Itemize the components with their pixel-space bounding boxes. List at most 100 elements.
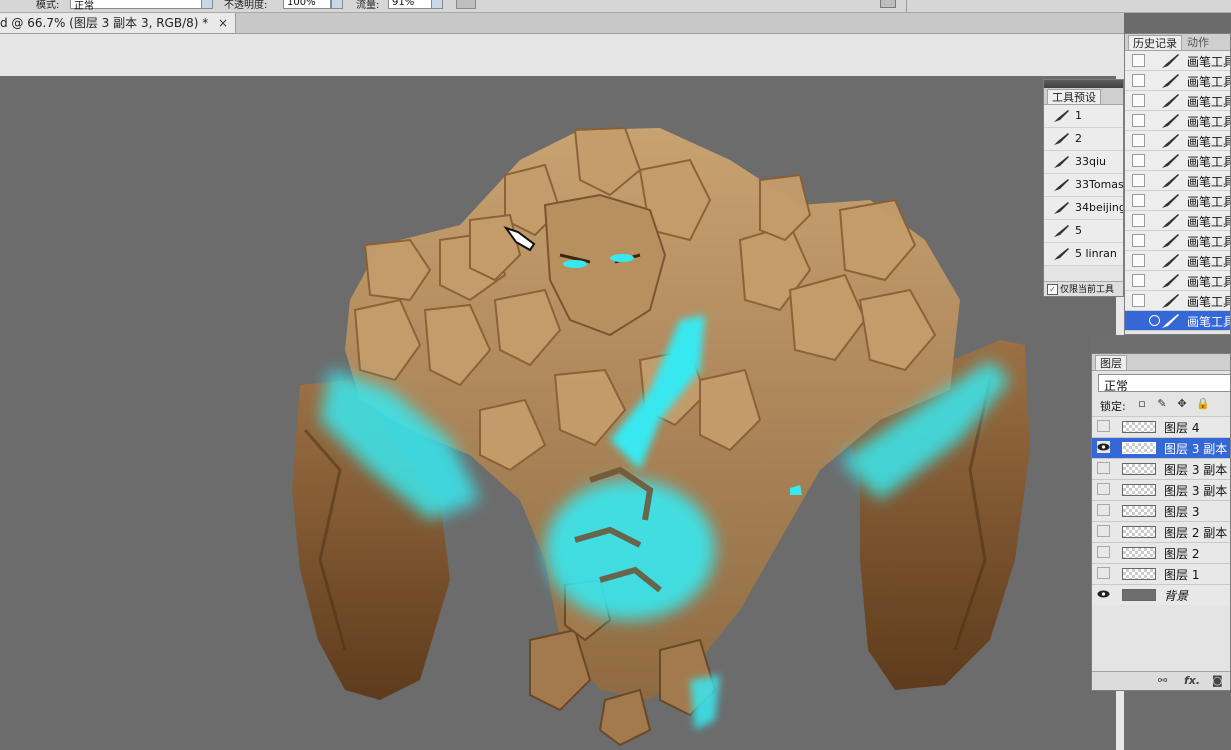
- visibility-toggle[interactable]: [1097, 525, 1110, 537]
- blend-mode-select[interactable]: 正常: [1098, 374, 1230, 393]
- history-snapshot-checkbox[interactable]: [1132, 114, 1145, 127]
- layer-thumbnail: [1122, 547, 1156, 559]
- brush-icon: [1162, 214, 1179, 228]
- layer-row[interactable]: 图层 3 副本: [1092, 437, 1230, 458]
- history-snapshot-checkbox[interactable]: [1132, 174, 1145, 187]
- layer-row[interactable]: 图层 3 副本: [1092, 479, 1230, 500]
- history-item[interactable]: 画笔工具: [1125, 151, 1230, 171]
- mode-select[interactable]: 正常: [70, 0, 203, 12]
- layer-row[interactable]: 图层 3: [1092, 500, 1230, 521]
- visibility-toggle[interactable]: [1097, 483, 1110, 495]
- layer-style-fx-button[interactable]: fx.: [1184, 674, 1200, 687]
- preset-item[interactable]: 33qiu: [1044, 151, 1123, 174]
- visibility-toggle[interactable]: [1097, 420, 1110, 432]
- visibility-toggle[interactable]: [1097, 504, 1110, 516]
- golem-artwork: [292, 126, 1030, 747]
- tab-history[interactable]: 历史记录: [1128, 35, 1182, 50]
- layer-row[interactable]: 图层 1: [1092, 563, 1230, 584]
- add-mask-icon[interactable]: ◙: [1212, 674, 1223, 687]
- history-item[interactable]: 画笔工具: [1125, 51, 1230, 71]
- brush-preset-icon: [1054, 202, 1069, 214]
- preset-item[interactable]: 34beijing: [1044, 197, 1123, 220]
- history-item[interactable]: 画笔工具: [1125, 191, 1230, 211]
- close-icon[interactable]: ×: [218, 13, 228, 33]
- history-item-label: 画笔工具: [1187, 275, 1231, 289]
- history-item[interactable]: 画笔工具: [1125, 251, 1230, 271]
- layer-row[interactable]: 背景: [1092, 584, 1230, 605]
- presets-titlebar[interactable]: [1044, 80, 1123, 88]
- canvas[interactable]: [0, 76, 1124, 750]
- flow-field[interactable]: 91%: [388, 0, 432, 9]
- preset-item[interactable]: 5 linran: [1044, 243, 1123, 266]
- flow-label: 流量:: [356, 0, 380, 11]
- brush-icon: [1162, 194, 1179, 208]
- history-snapshot-checkbox[interactable]: [1132, 74, 1145, 87]
- history-item-label: 画笔工具: [1187, 135, 1231, 149]
- preset-item-label: 33Tomas: [1075, 178, 1124, 191]
- preset-item[interactable]: 33Tomas: [1044, 174, 1123, 197]
- history-snapshot-checkbox[interactable]: [1132, 294, 1145, 307]
- preset-item[interactable]: 1: [1044, 105, 1123, 128]
- history-item[interactable]: 画笔工具: [1125, 131, 1230, 151]
- layer-thumbnail: [1122, 568, 1156, 580]
- visibility-toggle[interactable]: [1097, 546, 1110, 558]
- history-snapshot-checkbox[interactable]: [1132, 134, 1145, 147]
- history-item[interactable]: 画笔工具: [1125, 171, 1230, 191]
- lock-transparency-icon[interactable]: ▫: [1136, 398, 1148, 410]
- history-item[interactable]: 画笔工具: [1125, 291, 1230, 311]
- brush-icon: [1162, 154, 1179, 168]
- history-item[interactable]: 画笔工具: [1125, 91, 1230, 111]
- layers-list: 图层 4 图层 3 副本 图层 3 副本 图层 3 副本 图层 3 图层 2 副本 图层 2…: [1092, 416, 1230, 605]
- history-snapshot-checkbox[interactable]: [1132, 234, 1145, 247]
- presets-tab-row: 工具预设: [1044, 88, 1123, 105]
- layer-name: 图层 1: [1164, 568, 1200, 582]
- history-item[interactable]: 画笔工具: [1125, 311, 1230, 331]
- history-snapshot-checkbox[interactable]: [1132, 154, 1145, 167]
- history-item[interactable]: 画笔工具: [1125, 271, 1230, 291]
- opacity-dropdown-arrow[interactable]: [331, 0, 343, 9]
- eye-icon[interactable]: [1097, 588, 1110, 600]
- history-snapshot-checkbox[interactable]: [1132, 94, 1145, 107]
- mode-dropdown-arrow[interactable]: [201, 0, 213, 9]
- layer-thumbnail: [1122, 589, 1156, 601]
- airbrush-icon[interactable]: [456, 0, 476, 9]
- history-item[interactable]: 画笔工具: [1125, 71, 1230, 91]
- layer-thumbnail: [1122, 421, 1156, 433]
- eye-icon[interactable]: [1097, 441, 1110, 453]
- tool-presets-panel: 工具预设 1 2 33qiu 33Tomas 34beijing 5 5 linran ✓ …: [1043, 79, 1124, 297]
- tab-layers[interactable]: 图层: [1095, 355, 1127, 370]
- history-snapshot-checkbox[interactable]: [1132, 194, 1145, 207]
- lock-pixels-icon[interactable]: ✎: [1156, 398, 1168, 410]
- tablet-pressure-icon[interactable]: [880, 0, 896, 8]
- history-item[interactable]: 画笔工具: [1125, 231, 1230, 251]
- history-item[interactable]: 画笔工具: [1125, 111, 1230, 131]
- tab-actions[interactable]: 动作: [1183, 35, 1213, 50]
- brush-preset-icon: [1054, 225, 1069, 237]
- layer-name: 图层 3 副本: [1164, 484, 1228, 498]
- brush-icon: [1162, 74, 1179, 88]
- tab-tool-presets[interactable]: 工具预设: [1047, 89, 1101, 104]
- document-tab[interactable]: d @ 66.7% (图层 3 副本 3, RGB/8) * ×: [0, 13, 236, 33]
- layer-row[interactable]: 图层 2: [1092, 542, 1230, 563]
- history-snapshot-checkbox[interactable]: [1132, 254, 1145, 267]
- visibility-toggle[interactable]: [1097, 567, 1110, 579]
- lock-all-icon[interactable]: 🔒: [1196, 398, 1210, 410]
- visibility-toggle[interactable]: [1097, 462, 1110, 474]
- layer-row[interactable]: 图层 2 副本: [1092, 521, 1230, 542]
- flow-dropdown-arrow[interactable]: [431, 0, 443, 9]
- lock-position-icon[interactable]: ✥: [1176, 398, 1188, 410]
- history-snapshot-checkbox[interactable]: [1132, 274, 1145, 287]
- layer-row[interactable]: 图层 4: [1092, 416, 1230, 437]
- opacity-field[interactable]: 100%: [283, 0, 331, 9]
- link-layers-icon[interactable]: ⚯: [1158, 674, 1167, 687]
- history-item[interactable]: 画笔工具: [1125, 211, 1230, 231]
- current-tool-only-checkbox[interactable]: ✓: [1047, 284, 1058, 295]
- history-item-label: 画笔工具: [1187, 195, 1231, 209]
- history-snapshot-checkbox[interactable]: [1132, 54, 1145, 67]
- layer-name: 图层 3: [1164, 505, 1200, 519]
- brush-icon: [1162, 314, 1179, 328]
- preset-item[interactable]: 2: [1044, 128, 1123, 151]
- history-snapshot-checkbox[interactable]: [1132, 214, 1145, 227]
- preset-item[interactable]: 5: [1044, 220, 1123, 243]
- layer-row[interactable]: 图层 3 副本: [1092, 458, 1230, 479]
